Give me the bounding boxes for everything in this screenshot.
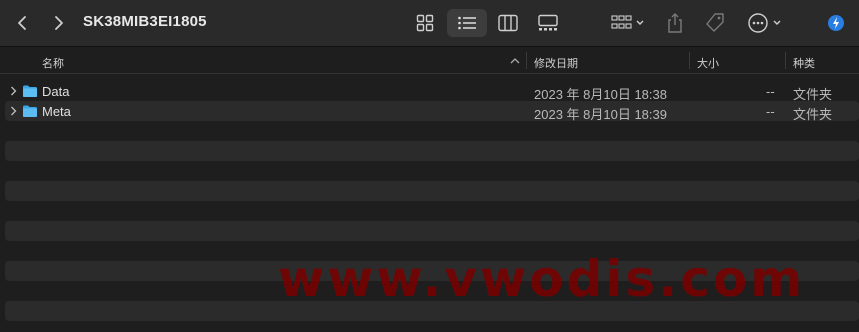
- sort-ascending-icon[interactable]: [510, 57, 520, 64]
- column-name-header[interactable]: 名称: [42, 55, 64, 71]
- disclosure-triangle-icon[interactable]: [10, 86, 17, 96]
- file-kind: 文件夹: [793, 107, 833, 122]
- share-button[interactable]: [662, 9, 688, 37]
- empty-row: [5, 141, 859, 161]
- empty-row: [5, 181, 859, 201]
- watermark-text: www.vwodis.com: [278, 250, 806, 308]
- icon-view-button[interactable]: [410, 9, 440, 37]
- column-kind-header[interactable]: 种类: [793, 55, 815, 71]
- more-actions-icon: [748, 13, 781, 33]
- list-view-button[interactable]: [447, 9, 487, 37]
- icon-view-icon: [416, 14, 434, 32]
- gallery-view-icon: [538, 14, 558, 31]
- folder-icon: [23, 85, 37, 97]
- window-title: SK38MIB3EI1805: [83, 13, 207, 30]
- file-name: Meta: [42, 104, 71, 119]
- group-by-icon: [611, 15, 644, 29]
- column-divider[interactable]: [526, 52, 527, 69]
- group-by-button[interactable]: [608, 9, 648, 37]
- folder-icon: [23, 105, 37, 117]
- back-button[interactable]: [11, 12, 33, 34]
- file-row-data[interactable]: Data 2023 年 8月10日 18:38 -- 文件夹: [5, 81, 859, 102]
- file-name: Data: [42, 84, 70, 99]
- list-view-icon: [458, 16, 476, 30]
- column-divider[interactable]: [785, 52, 786, 69]
- column-divider[interactable]: [689, 52, 690, 69]
- tag-button[interactable]: [701, 9, 729, 37]
- column-header: 名称 修改日期 大小 种类: [0, 47, 859, 74]
- tag-icon: [706, 13, 724, 32]
- disclosure-triangle-icon[interactable]: [10, 106, 17, 116]
- chevron-right-icon: [55, 16, 63, 30]
- empty-row: [5, 221, 859, 241]
- more-actions-button[interactable]: [746, 9, 784, 37]
- extension-badge-icon: [828, 15, 844, 31]
- forward-button[interactable]: [48, 12, 70, 34]
- file-size: --: [766, 104, 775, 119]
- share-icon: [668, 13, 682, 33]
- column-view-button[interactable]: [493, 9, 523, 37]
- extension-button[interactable]: [822, 9, 850, 37]
- gallery-view-button[interactable]: [533, 9, 563, 37]
- chevron-left-icon: [18, 16, 26, 30]
- column-size-header[interactable]: 大小: [697, 55, 719, 71]
- toolbar: SK38MIB3EI1805: [0, 0, 859, 47]
- file-row-meta[interactable]: Meta 2023 年 8月10日 18:39 -- 文件夹: [5, 101, 859, 122]
- column-modified-header[interactable]: 修改日期: [534, 55, 578, 71]
- file-size: --: [766, 84, 775, 99]
- column-view-icon: [498, 14, 518, 32]
- file-modified: 2023 年 8月10日 18:39: [534, 107, 667, 122]
